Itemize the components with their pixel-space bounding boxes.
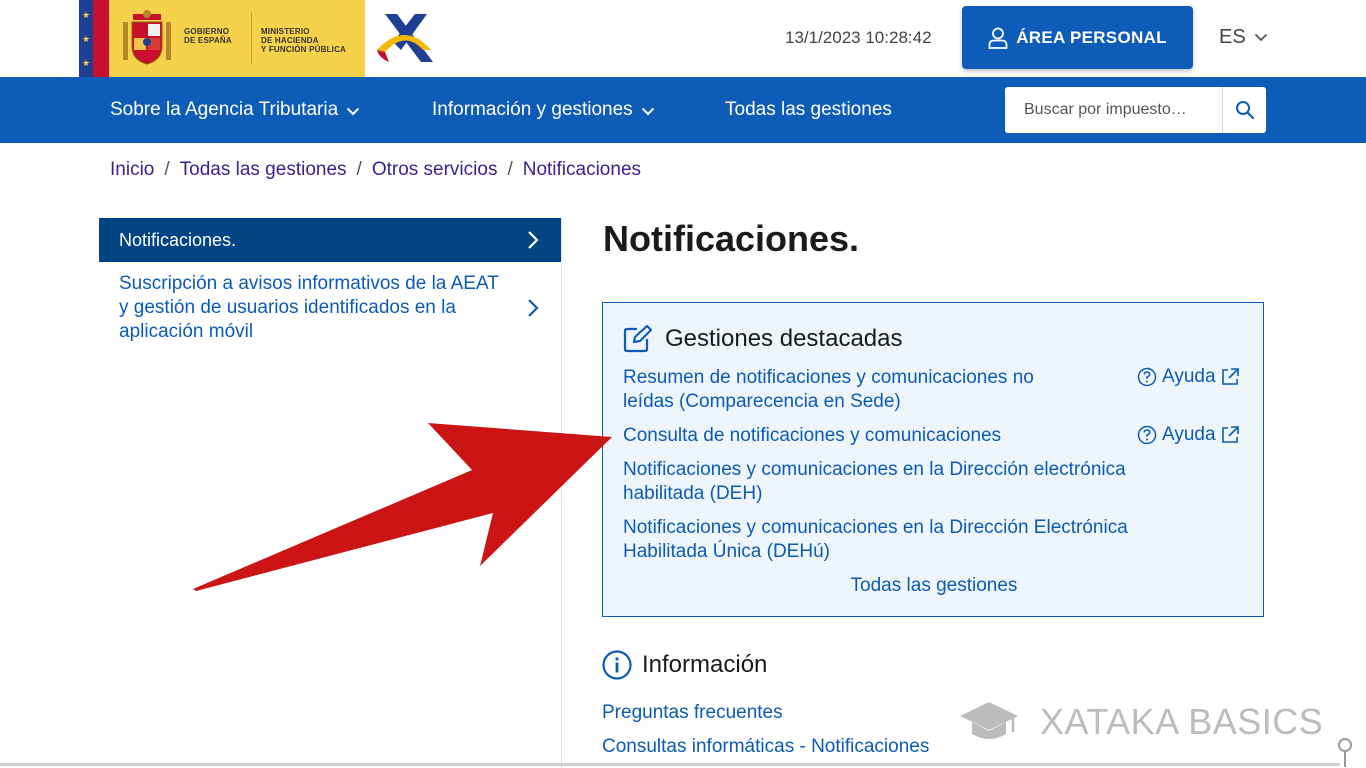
nav-item-todas-gestiones[interactable]: Todas las gestiones [725, 99, 892, 121]
chevron-down-icon [641, 107, 654, 115]
search-icon [1235, 101, 1254, 120]
search-button[interactable] [1222, 87, 1266, 133]
info-circle-icon [602, 650, 632, 680]
ministry-text-line: DE HACIENDA [261, 36, 319, 45]
nav-item-sobre-agencia[interactable]: Sobre la Agencia Tributaria [110, 99, 360, 121]
gestiones-heading-text: Gestiones destacadas [665, 325, 903, 352]
breadcrumb-otros-servicios[interactable]: Otros servicios [372, 159, 498, 181]
bottom-rule [0, 763, 1340, 766]
chevron-down-icon [346, 107, 360, 115]
breadcrumb: Inicio / Todas las gestiones / Otros ser… [110, 159, 641, 181]
ayuda-link[interactable]: Ayuda [1137, 366, 1240, 388]
external-link-icon [1221, 368, 1239, 385]
top-header: ★ ★ ★ GOBIERNO DE ESPAÑA MINISTERIO DE H… [0, 0, 1366, 77]
sidebar-divider [561, 218, 562, 768]
xataka-watermark: XATAKA BASICS [958, 700, 1323, 744]
breadcrumb-notificaciones[interactable]: Notificaciones [523, 159, 641, 181]
sidebar-item-label: Suscripción a avisos informativos de la … [119, 273, 499, 342]
help-circle-icon [1137, 367, 1157, 387]
chevron-right-icon [528, 231, 539, 249]
breadcrumb-separator: / [356, 159, 362, 180]
ayuda-label: Ayuda [1162, 366, 1216, 387]
nav-item-informacion-gestiones[interactable]: Información y gestiones [432, 99, 655, 121]
page-title: Notificaciones. [603, 218, 860, 259]
ministry-text: MINISTERIO DE HACIENDA Y FUNCIÓN PÚBLICA [261, 27, 346, 54]
eu-star-icon: ★ [82, 10, 91, 20]
breadcrumb-inicio[interactable]: Inicio [110, 159, 154, 181]
datetime: 13/1/2023 10:28:42 [785, 28, 932, 47]
location-pin-icon [1338, 738, 1352, 767]
link-preguntas-frecuentes[interactable]: Preguntas frecuentes [602, 702, 783, 724]
link-deh[interactable]: Notificaciones y comunicaciones en la Di… [623, 458, 1183, 506]
language-selector[interactable]: ES [1219, 26, 1268, 49]
gov-text: GOBIERNO DE ESPAÑA [184, 27, 232, 45]
sidebar-item-notificaciones[interactable]: Notificaciones. [99, 218, 561, 262]
gov-text-line: DE ESPAÑA [184, 36, 232, 45]
chevron-down-icon [1254, 33, 1267, 42]
link-todas-gestiones[interactable]: Todas las gestiones [603, 575, 1265, 597]
aeat-logo[interactable] [375, 10, 437, 66]
informacion-heading: Información [602, 650, 767, 680]
gov-text-line: GOBIERNO [184, 27, 230, 36]
ayuda-link[interactable]: Ayuda [1137, 424, 1240, 446]
eu-star-icon: ★ [82, 58, 91, 68]
gestiones-destacadas-panel: Gestiones destacadas Resumen de notifica… [602, 302, 1264, 617]
area-personal-label: ÁREA PERSONAL [1016, 27, 1167, 47]
informacion-heading-text: Información [642, 651, 768, 678]
sidebar-item-suscripcion-avisos[interactable]: Suscripción a avisos informativos de la … [99, 270, 561, 350]
search-input[interactable] [1005, 87, 1222, 133]
ministry-text-line: MINISTERIO [261, 27, 310, 36]
link-resumen-notificaciones[interactable]: Resumen de notificaciones y comunicacion… [623, 366, 1083, 414]
main-nav: Sobre la Agencia Tributaria Información … [0, 77, 1366, 143]
gestiones-heading: Gestiones destacadas [623, 325, 902, 353]
nav-item-label: Información y gestiones [432, 99, 633, 120]
ayuda-label: Ayuda [1162, 424, 1216, 445]
language-label: ES [1219, 26, 1246, 48]
help-circle-icon [1137, 425, 1157, 445]
edit-icon [623, 325, 653, 353]
link-dehu[interactable]: Notificaciones y comunicaciones en la Di… [623, 516, 1183, 564]
eu-flag-stripe: ★ ★ ★ [79, 0, 93, 77]
breadcrumb-todas-gestiones[interactable]: Todas las gestiones [180, 159, 347, 181]
ministry-text-line: Y FUNCIÓN PÚBLICA [261, 45, 347, 54]
watermark-text: XATAKA BASICS [1040, 701, 1324, 742]
graduation-cap-icon [960, 702, 1018, 739]
user-icon [988, 27, 1008, 49]
government-logo[interactable]: ★ ★ ★ GOBIERNO DE ESPAÑA MINISTERIO DE H… [79, 0, 365, 77]
nav-item-label: Todas las gestiones [725, 99, 892, 120]
breadcrumb-separator: / [164, 159, 170, 180]
divider [251, 12, 252, 64]
link-consultas-informaticas[interactable]: Consultas informáticas - Notificaciones [602, 736, 929, 758]
breadcrumb-separator: / [507, 159, 513, 180]
sidebar-item-label: Notificaciones. [119, 229, 237, 250]
area-personal-button[interactable]: ÁREA PERSONAL [962, 6, 1193, 69]
search-box [1005, 87, 1266, 133]
external-link-icon [1221, 426, 1239, 443]
nav-item-label: Sobre la Agencia Tributaria [110, 99, 339, 120]
link-consulta-notificaciones[interactable]: Consulta de notificaciones y comunicacio… [623, 424, 1103, 448]
coat-of-arms-icon [123, 10, 171, 65]
chevron-right-icon [528, 299, 539, 317]
eu-star-icon: ★ [82, 34, 91, 44]
